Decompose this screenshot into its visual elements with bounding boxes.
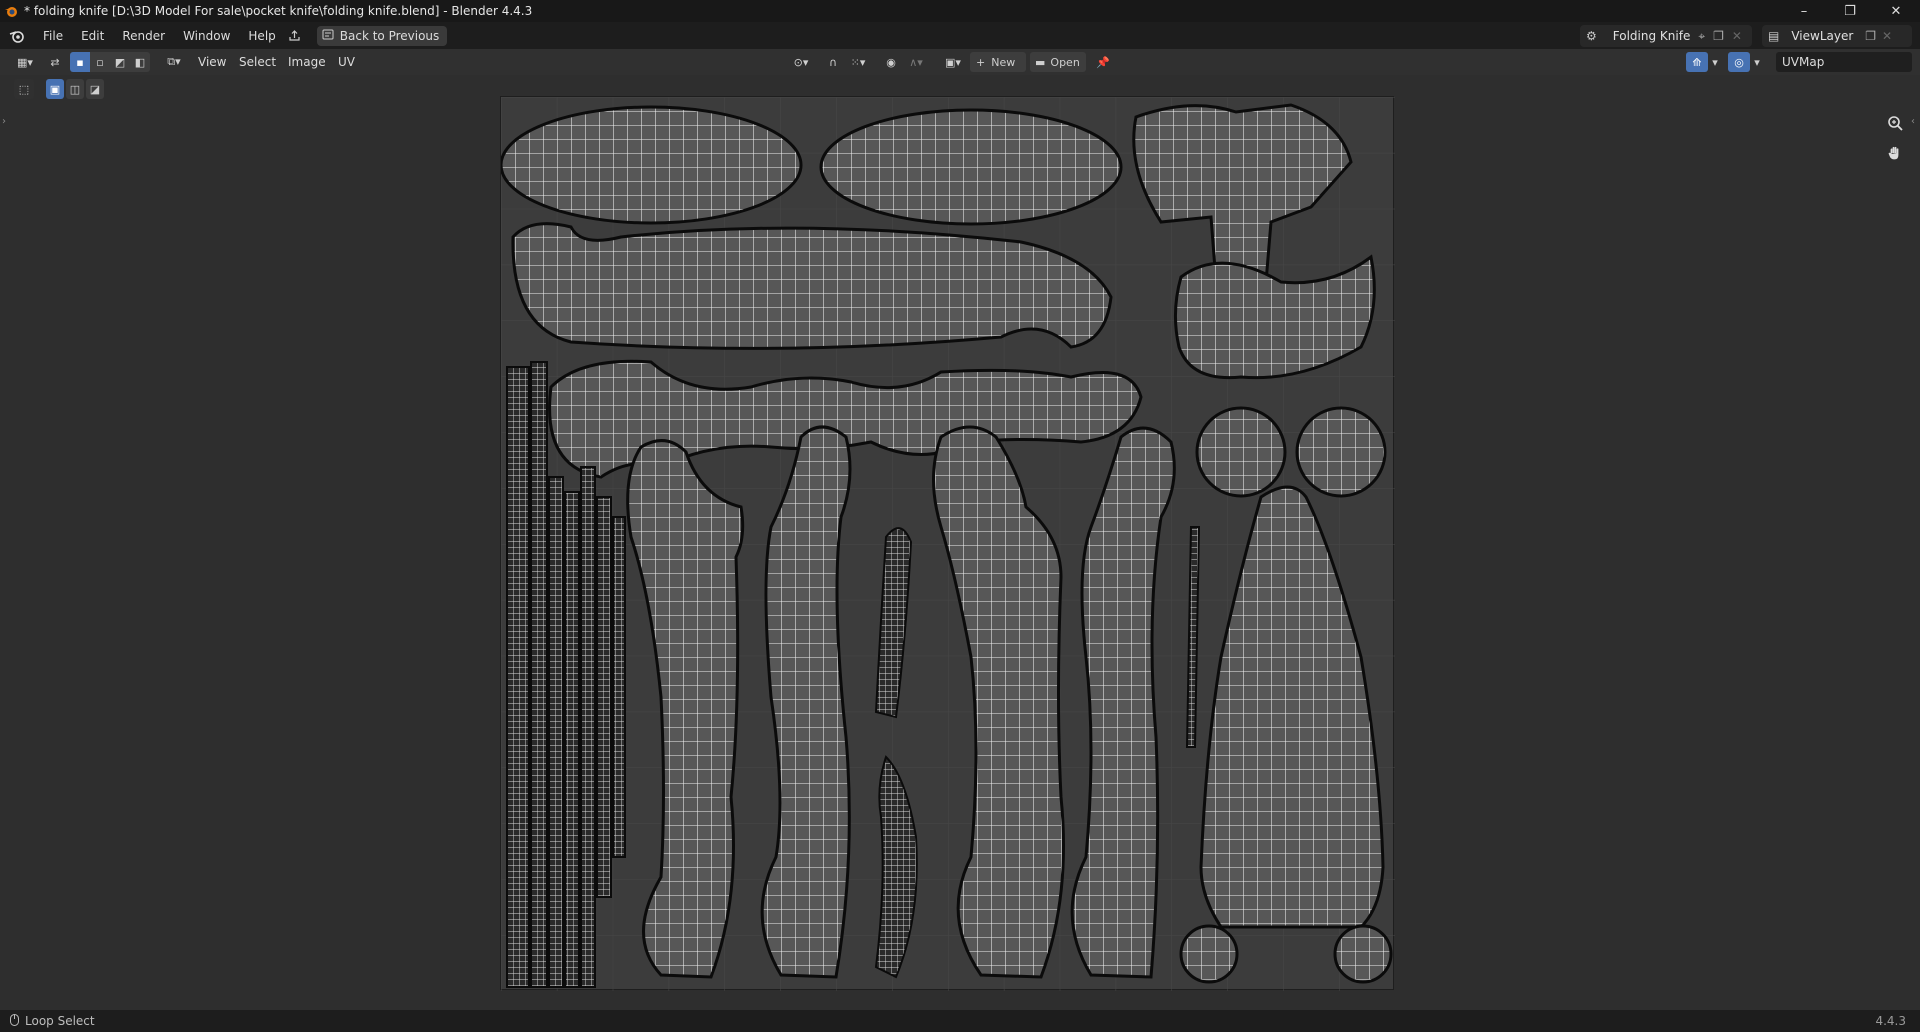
scene-selector[interactable]: ⚙ Folding Knife ⌖ ❐ ✕ bbox=[1580, 25, 1752, 47]
title-bar: * folding knife [D:\3D Model For sale\po… bbox=[0, 0, 1920, 22]
new-view-layer-icon[interactable]: ❐ bbox=[1865, 29, 1876, 43]
view-layer-name: ViewLayer bbox=[1791, 29, 1854, 43]
pin-icon[interactable]: ⌖ bbox=[1698, 29, 1705, 44]
vertex-select-icon[interactable]: ▪ bbox=[70, 52, 90, 72]
menu-help[interactable]: Help bbox=[239, 25, 284, 47]
uv-layout bbox=[499, 97, 1395, 991]
hand-icon[interactable] bbox=[1882, 140, 1908, 166]
scene-name: Folding Knife bbox=[1612, 29, 1691, 43]
mouse-icon bbox=[10, 1013, 19, 1029]
blender-menu-icon[interactable] bbox=[0, 29, 34, 43]
delete-scene-icon[interactable]: ✕ bbox=[1732, 29, 1742, 43]
back-icon bbox=[322, 29, 334, 43]
tool-strip: ⬚ ▣ ◫ ◪ bbox=[14, 79, 104, 99]
open-image-button[interactable]: ▬ Open bbox=[1030, 52, 1086, 72]
select-tool-icon[interactable]: ⬚ bbox=[14, 79, 34, 99]
uv-island-oval-2 bbox=[819, 108, 1123, 226]
window-title: * folding knife [D:\3D Model For sale\po… bbox=[24, 4, 533, 18]
menu-window[interactable]: Window bbox=[174, 25, 239, 47]
toolbar-expand-icon[interactable]: › bbox=[2, 116, 6, 127]
view-layer-icon: ▤ bbox=[1768, 29, 1780, 43]
select-mode-extend-icon[interactable]: ◫ bbox=[66, 79, 84, 99]
version-label: 4.4.3 bbox=[1875, 1014, 1906, 1028]
select-mode-subtract-icon[interactable]: ◪ bbox=[86, 79, 104, 99]
zoom-icon[interactable] bbox=[1882, 110, 1908, 136]
falloff-icon[interactable]: ∧▾ bbox=[902, 52, 930, 72]
sync-selection-icon[interactable]: ⇄ bbox=[44, 52, 66, 72]
minimize-button[interactable]: – bbox=[1781, 0, 1827, 22]
uv-strip-2 bbox=[530, 361, 548, 988]
new-scene-icon[interactable]: ❐ bbox=[1713, 29, 1724, 43]
sidebar-expand-icon[interactable]: ‹ bbox=[1911, 116, 1915, 127]
blender-logo-icon bbox=[0, 0, 22, 22]
uv-strip-3 bbox=[548, 476, 564, 988]
overlays-icon[interactable]: ◎ bbox=[1728, 52, 1750, 72]
uv-island-washer-2 bbox=[1295, 406, 1387, 498]
uv-island-washer-1 bbox=[1195, 406, 1287, 498]
back-to-previous-button[interactable]: Back to Previous bbox=[316, 25, 448, 46]
proportional-edit-icon[interactable]: ◉ bbox=[880, 52, 902, 72]
uv-island-screw-1 bbox=[1179, 924, 1239, 984]
open-image-label: Open bbox=[1050, 55, 1080, 69]
uv-island-oval-1 bbox=[499, 105, 803, 225]
menu-render[interactable]: Render bbox=[113, 25, 174, 47]
snap-icon[interactable]: ∩ bbox=[822, 52, 844, 72]
image-browse-icon[interactable]: ▣▾ bbox=[938, 52, 968, 72]
pin-image-icon[interactable]: 📌 bbox=[1092, 52, 1114, 72]
uv-island-band bbox=[511, 222, 1113, 350]
uv-editor-header: ▦▾ ⇄ ▪ ▫ ◩ ◧ ⧉▾ View Select Image UV ⊙▾ … bbox=[0, 49, 1920, 75]
new-image-label: New bbox=[991, 55, 1016, 69]
close-button[interactable]: ✕ bbox=[1873, 0, 1919, 22]
maximize-button[interactable]: ❐ bbox=[1827, 0, 1873, 22]
uv-strip-5 bbox=[580, 466, 596, 988]
uv-canvas[interactable] bbox=[499, 96, 1395, 991]
delete-view-layer-icon[interactable]: ✕ bbox=[1882, 29, 1892, 43]
uv-map-field[interactable]: UVMap bbox=[1776, 52, 1912, 72]
menu-uv[interactable]: UV bbox=[338, 52, 355, 72]
uv-strip-1 bbox=[506, 366, 530, 988]
menu-file[interactable]: File bbox=[34, 25, 72, 47]
menu-select[interactable]: Select bbox=[239, 52, 276, 72]
uv-map-name: UVMap bbox=[1782, 55, 1825, 69]
edge-select-icon[interactable]: ▫ bbox=[90, 52, 110, 72]
gizmo-icon[interactable]: ⟰ bbox=[1686, 52, 1708, 72]
select-mode-new-icon[interactable]: ▣ bbox=[46, 79, 64, 99]
export-icon[interactable] bbox=[285, 29, 305, 42]
status-hint: Loop Select bbox=[25, 1014, 95, 1028]
menu-edit[interactable]: Edit bbox=[72, 25, 113, 47]
view-layer-selector[interactable]: ▤ ViewLayer ❐ ✕ bbox=[1762, 25, 1912, 47]
sticky-selection-icon[interactable]: ⧉▾ bbox=[160, 52, 188, 72]
new-image-button[interactable]: + New bbox=[970, 52, 1026, 72]
status-bar: Loop Select 4.4.3 bbox=[0, 1010, 1920, 1032]
face-select-icon[interactable]: ◩ bbox=[110, 52, 130, 72]
uv-strip-4 bbox=[564, 491, 580, 988]
pivot-icon[interactable]: ⊙▾ bbox=[786, 52, 816, 72]
back-to-previous-label: Back to Previous bbox=[339, 28, 440, 43]
scene-icon: ⚙ bbox=[1586, 29, 1597, 43]
uv-strip-7 bbox=[612, 516, 626, 858]
snap-target-icon[interactable]: ⁙▾ bbox=[844, 52, 872, 72]
editor-type-icon[interactable]: ▦▾ bbox=[10, 52, 40, 72]
folder-icon: ▬ bbox=[1035, 55, 1046, 69]
plus-icon: + bbox=[976, 55, 986, 69]
overlays-dropdown-icon[interactable]: ▾ bbox=[1750, 52, 1764, 72]
menu-image[interactable]: Image bbox=[288, 52, 326, 72]
island-select-icon[interactable]: ◧ bbox=[130, 52, 150, 72]
uv-strip-6 bbox=[596, 496, 612, 898]
gizmo-dropdown-icon[interactable]: ▾ bbox=[1708, 52, 1722, 72]
uv-island-screw-2 bbox=[1333, 924, 1393, 984]
menu-view[interactable]: View bbox=[198, 52, 226, 72]
